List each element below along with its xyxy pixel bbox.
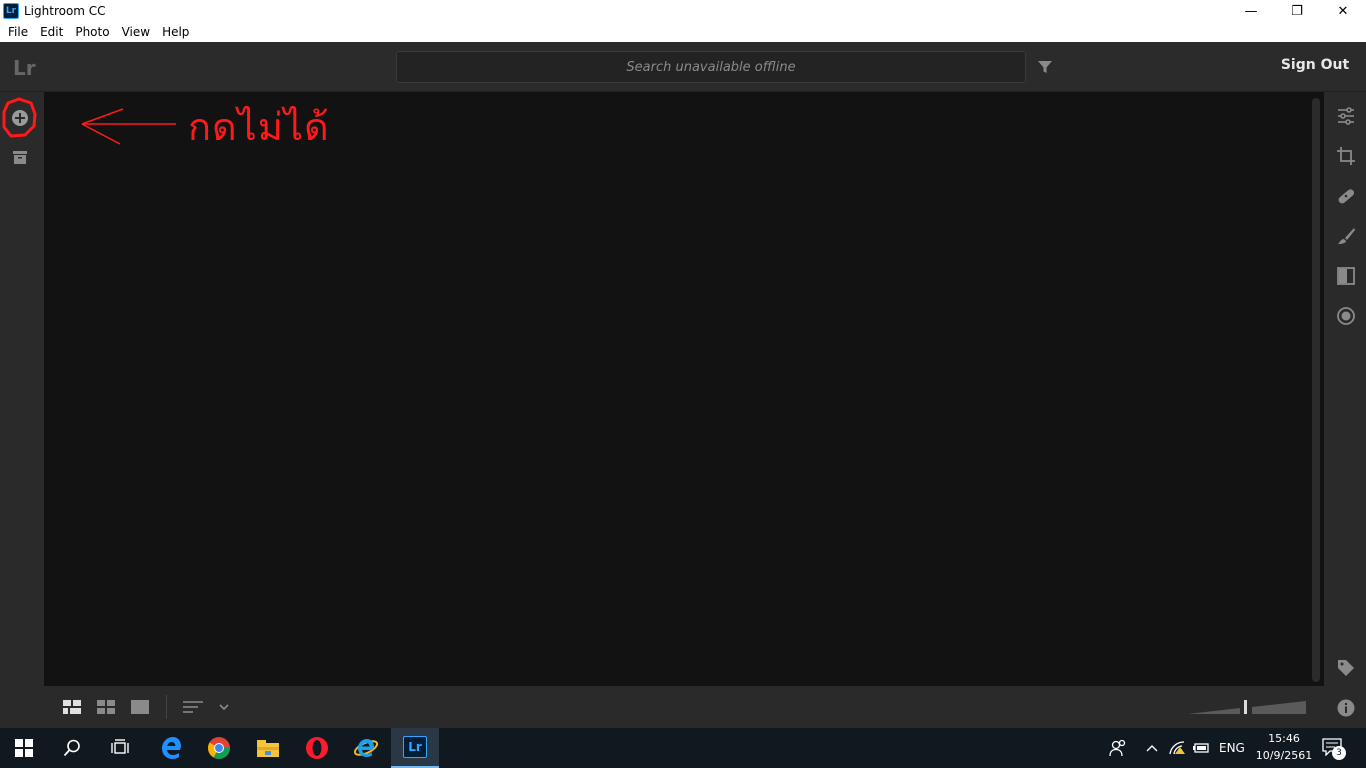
search-input[interactable]: Search unavailable offline bbox=[396, 51, 1026, 83]
annotation-text: กดไม่ได้ bbox=[188, 105, 330, 149]
menu-help[interactable]: Help bbox=[156, 25, 195, 39]
sort-lines-icon[interactable] bbox=[182, 699, 204, 715]
photo-grid-icon[interactable] bbox=[96, 699, 116, 715]
bottom-toolbar bbox=[44, 686, 1324, 728]
radial-gradient-icon[interactable] bbox=[1336, 306, 1356, 326]
battery-icon[interactable] bbox=[1192, 741, 1210, 755]
window-titlebar: Lr Lightroom CC — ❐ ✕ bbox=[0, 0, 1366, 22]
file-explorer-icon[interactable] bbox=[244, 728, 292, 768]
healing-icon[interactable] bbox=[1336, 186, 1356, 206]
search-placeholder: Search unavailable offline bbox=[626, 59, 796, 75]
wifi-icon[interactable] bbox=[1168, 740, 1186, 756]
chevron-down-icon[interactable] bbox=[218, 699, 230, 715]
close-button[interactable]: ✕ bbox=[1320, 0, 1366, 22]
clock-time[interactable]: 15:46 bbox=[1262, 732, 1306, 745]
clock-date[interactable]: 10/9/2561 bbox=[1254, 749, 1314, 762]
thumbnail-size-slider[interactable] bbox=[1184, 698, 1308, 716]
archive-icon[interactable] bbox=[10, 148, 30, 168]
lr-logo: Lr bbox=[13, 56, 36, 80]
app-header: Lr Search unavailable offline Sign Out bbox=[0, 42, 1366, 92]
minimize-button[interactable]: — bbox=[1228, 0, 1274, 22]
menu-bar: File Edit Photo View Help bbox=[0, 22, 1366, 42]
annotation-circle bbox=[2, 97, 37, 138]
filter-icon[interactable] bbox=[1036, 58, 1054, 76]
info-icon[interactable] bbox=[1336, 698, 1356, 718]
internet-explorer-icon[interactable] bbox=[342, 728, 390, 768]
photo-grid-area[interactable] bbox=[44, 92, 1324, 686]
left-rail bbox=[0, 92, 44, 728]
annotation-arrow-icon bbox=[81, 108, 176, 145]
sign-out-button[interactable]: Sign Out bbox=[1270, 57, 1360, 73]
lightroom-taskbar-label: Lr bbox=[403, 736, 427, 758]
notification-count-badge: 3 bbox=[1332, 746, 1346, 760]
people-icon[interactable] bbox=[1109, 739, 1127, 757]
opera-icon[interactable] bbox=[293, 728, 341, 768]
menu-photo[interactable]: Photo bbox=[69, 25, 115, 39]
keyword-tag-icon[interactable] bbox=[1336, 658, 1356, 678]
lightroom-icon[interactable]: Lr bbox=[391, 728, 439, 768]
edit-sliders-icon[interactable] bbox=[1336, 106, 1356, 126]
language-indicator[interactable]: ENG bbox=[1219, 741, 1245, 755]
linear-gradient-icon[interactable] bbox=[1336, 266, 1356, 286]
maximize-button[interactable]: ❐ bbox=[1274, 0, 1320, 22]
detail-view-icon[interactable] bbox=[130, 699, 150, 715]
crop-icon[interactable] bbox=[1336, 146, 1356, 166]
window-title: Lightroom CC bbox=[24, 4, 106, 18]
task-view-icon[interactable] bbox=[96, 728, 144, 768]
start-icon[interactable] bbox=[0, 728, 48, 768]
square-grid-icon[interactable] bbox=[62, 699, 82, 715]
brush-icon[interactable] bbox=[1336, 226, 1356, 246]
chrome-icon[interactable] bbox=[195, 728, 243, 768]
tray-chevron-up-icon[interactable] bbox=[1145, 742, 1159, 754]
search-icon[interactable] bbox=[48, 728, 96, 768]
right-rail bbox=[1324, 92, 1366, 728]
toolbar-separator bbox=[166, 695, 167, 719]
lightroom-app-icon: Lr bbox=[3, 3, 19, 19]
action-center-icon[interactable]: 3 bbox=[1322, 738, 1348, 760]
menu-view[interactable]: View bbox=[116, 25, 156, 39]
menu-file[interactable]: File bbox=[2, 25, 34, 39]
vertical-scrollbar[interactable] bbox=[1312, 98, 1320, 682]
windows-taskbar: Lr ENG 15:46 10/9/2561 3 bbox=[0, 728, 1366, 768]
window-controls: — ❐ ✕ bbox=[1228, 0, 1366, 22]
menu-edit[interactable]: Edit bbox=[34, 25, 69, 39]
edge-icon[interactable] bbox=[147, 728, 195, 768]
